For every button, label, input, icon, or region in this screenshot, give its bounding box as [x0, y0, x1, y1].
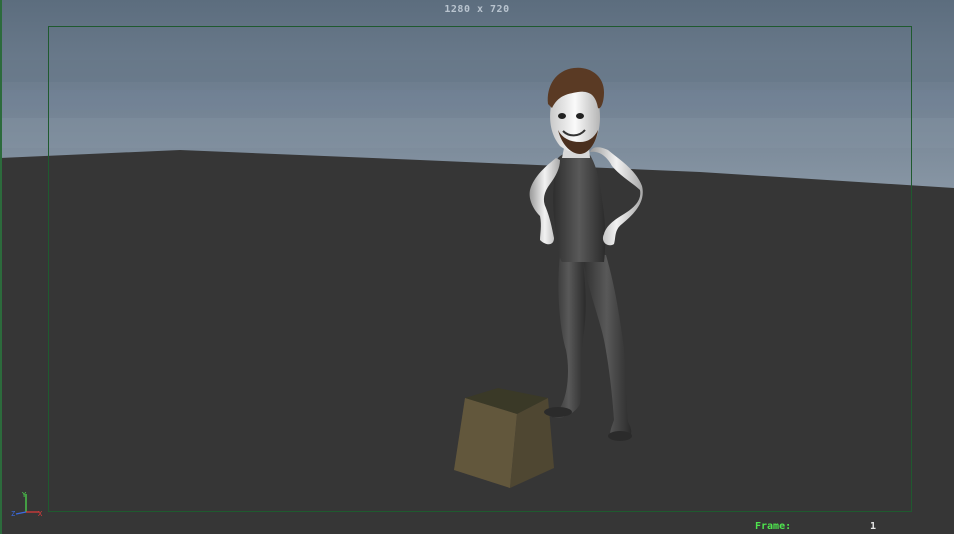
frame-hud-label: Frame: [755, 521, 792, 532]
axis-z-label: Z [11, 510, 15, 518]
axis-x-label: X [38, 510, 43, 518]
axis-gizmo-icon: Y X Z [11, 491, 43, 518]
maya-viewport[interactable]: 1280 x 720 Y X Z Frame: 1 [0, 0, 954, 534]
frame-hud-value: 1 [869, 521, 876, 532]
scene-geometry[interactable] [0, 0, 954, 534]
cube-object[interactable] [454, 388, 554, 488]
resolution-label: 1280 x 720 [444, 4, 510, 15]
character-rig[interactable] [529, 67, 643, 441]
